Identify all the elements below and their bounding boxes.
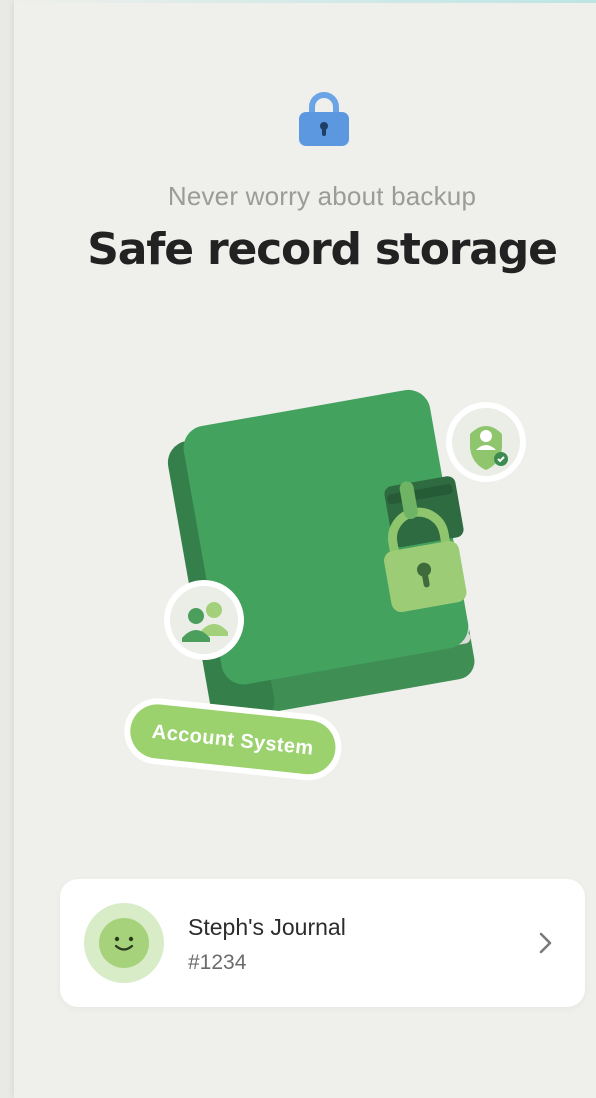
journal-id: #1234 bbox=[188, 951, 247, 974]
users-icon bbox=[164, 580, 244, 660]
journal-account-card[interactable]: Steph's Journal #1234 bbox=[60, 879, 585, 1007]
lock-icon bbox=[299, 92, 349, 146]
chevron-right-icon[interactable] bbox=[536, 929, 556, 957]
journal-illustration: Account System bbox=[124, 389, 526, 781]
page-title: Safe record storage bbox=[87, 224, 558, 275]
onboarding-screen: Never worry about backup Safe record sto… bbox=[14, 0, 596, 1098]
page-subtitle: Never worry about backup bbox=[167, 181, 477, 211]
user-shield-icon bbox=[446, 402, 526, 482]
journal-name: Steph's Journal bbox=[188, 914, 346, 940]
top-edge-strip bbox=[14, 0, 596, 3]
avatar bbox=[84, 903, 164, 983]
